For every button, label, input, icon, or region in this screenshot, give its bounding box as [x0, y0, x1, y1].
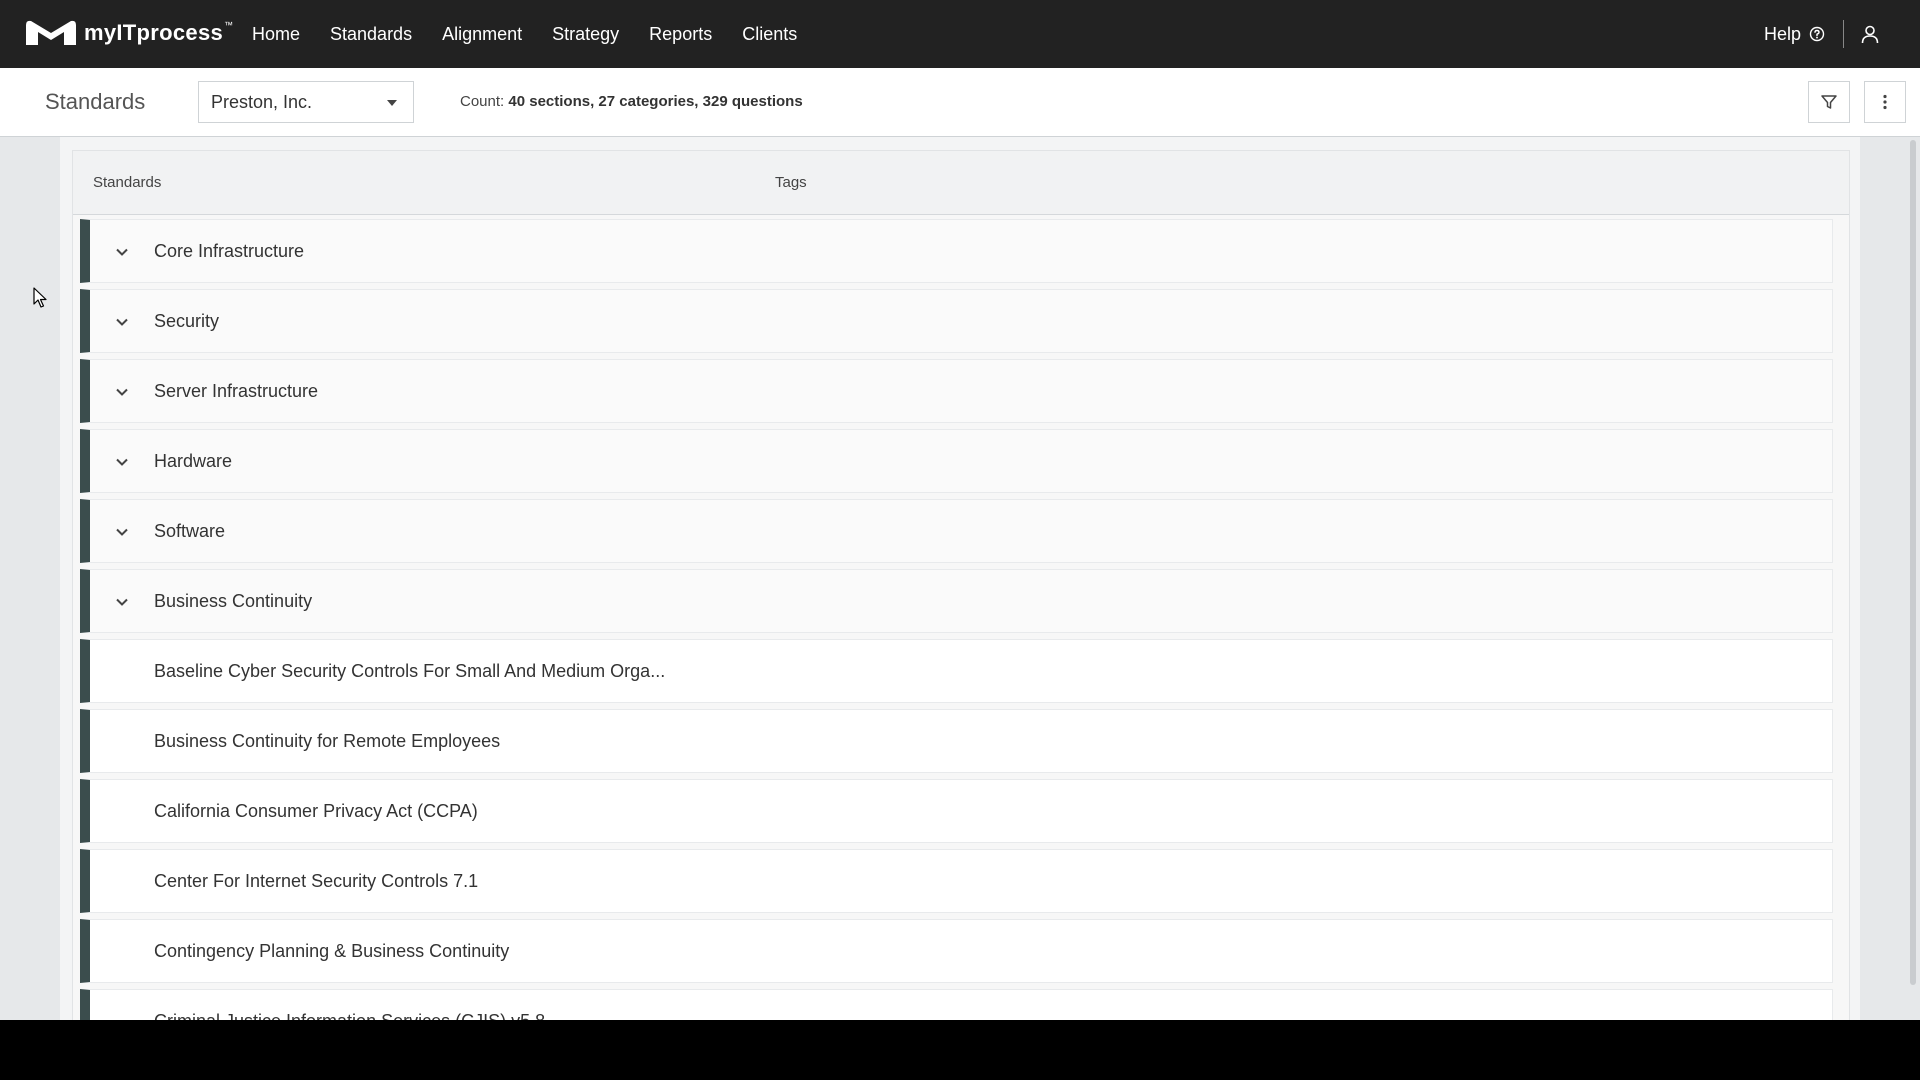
row-label: Software [154, 521, 226, 541]
nav-item-reports[interactable]: Reports [649, 24, 712, 45]
logo-trademark: ™ [224, 20, 234, 30]
row-label: Business Continuity for Remote Employees [154, 731, 501, 751]
table-row[interactable]: Contingency Planning & Business Continui… [80, 919, 1833, 983]
chevron-down-icon[interactable] [114, 594, 130, 610]
logo-text: myITprocess [84, 20, 224, 45]
count-prefix: Count: [460, 93, 505, 110]
row-label: Hardware [154, 451, 233, 471]
page-scrollbar[interactable] [1910, 140, 1916, 985]
client-select-value: Preston, Inc. [211, 91, 313, 112]
column-header-standards[interactable]: Standards [93, 151, 161, 214]
help-label: Help [1763, 23, 1801, 44]
column-header-tags[interactable]: Tags [775, 151, 807, 214]
logo[interactable]: myITprocess ™ [24, 15, 233, 51]
filter-button[interactable] [1808, 81, 1850, 123]
app-window: myITprocess ™ Home Standards Alignment S… [0, 0, 1920, 1020]
nav-item-clients[interactable]: Clients [742, 24, 797, 45]
row-label: California Consumer Privacy Act (CCPA) [154, 801, 478, 821]
table-row[interactable]: Server Infrastructure [80, 359, 1833, 423]
more-vertical-icon [1883, 94, 1887, 110]
chevron-down-icon[interactable] [114, 384, 130, 400]
table-row[interactable]: California Consumer Privacy Act (CCPA) [80, 779, 1833, 843]
chevron-down-icon[interactable] [114, 244, 130, 260]
mouse-cursor-icon [33, 287, 47, 308]
nav-right: Help [1764, 0, 1880, 68]
chevron-down-icon[interactable] [114, 314, 130, 330]
row-label: Baseline Cyber Security Controls For Sma… [154, 661, 666, 681]
row-label: Center For Internet Security Controls 7.… [154, 871, 479, 891]
table-row[interactable]: Hardware [80, 429, 1833, 493]
nav-item-strategy[interactable]: Strategy [552, 24, 619, 45]
more-options-button[interactable] [1864, 81, 1906, 123]
nav-item-home[interactable]: Home [252, 24, 300, 45]
table-row[interactable]: Business Continuity for Remote Employees [80, 709, 1833, 773]
nav-item-alignment[interactable]: Alignment [442, 24, 522, 45]
top-navbar: myITprocess ™ Home Standards Alignment S… [0, 0, 1920, 68]
help-button[interactable]: Help [1764, 24, 1825, 45]
table-header: Standards Tags [73, 151, 1849, 215]
table-row[interactable]: Software [80, 499, 1833, 563]
page-title: Standards [45, 89, 146, 114]
table-row[interactable]: Security [80, 289, 1833, 353]
main-content: Standards Tags Core Infrastructure Secur… [60, 137, 1860, 1020]
filter-icon [1821, 95, 1837, 109]
caret-down-icon [387, 100, 397, 106]
table-body: Core Infrastructure Security Server Infr… [80, 219, 1833, 1020]
user-icon[interactable] [1860, 24, 1880, 44]
client-select[interactable]: Preston, Inc. [198, 81, 414, 123]
count-value: 40 sections, 27 categories, 329 question… [508, 93, 803, 110]
table-row[interactable]: Business Continuity [80, 569, 1833, 633]
chevron-down-icon[interactable] [114, 524, 130, 540]
main-nav: Home Standards Alignment Strategy Report… [252, 0, 827, 68]
table-row[interactable]: Core Infrastructure [80, 219, 1833, 283]
chevron-down-icon[interactable] [114, 454, 130, 470]
row-label: Core Infrastructure [154, 241, 305, 261]
question-circle-icon [1809, 26, 1825, 42]
nav-divider [1843, 20, 1844, 48]
logo-mark-icon [26, 20, 76, 45]
row-label: Criminal Justice Information Services (C… [154, 990, 545, 1020]
count-summary: Count: 40 sections, 27 categories, 329 q… [460, 68, 803, 136]
nav-item-standards[interactable]: Standards [330, 24, 412, 45]
standards-table: Standards Tags Core Infrastructure Secur… [72, 150, 1850, 1020]
page-toolbar: Standards Preston, Inc. Count: 40 sectio… [0, 68, 1920, 137]
row-label: Business Continuity [154, 591, 313, 611]
table-row[interactable]: Criminal Justice Information Services (C… [80, 989, 1833, 1020]
row-label: Contingency Planning & Business Continui… [154, 941, 510, 961]
row-label: Security [154, 311, 220, 331]
table-row[interactable]: Center For Internet Security Controls 7.… [80, 849, 1833, 913]
table-row[interactable]: Baseline Cyber Security Controls For Sma… [80, 639, 1833, 703]
row-label: Server Infrastructure [154, 381, 319, 401]
